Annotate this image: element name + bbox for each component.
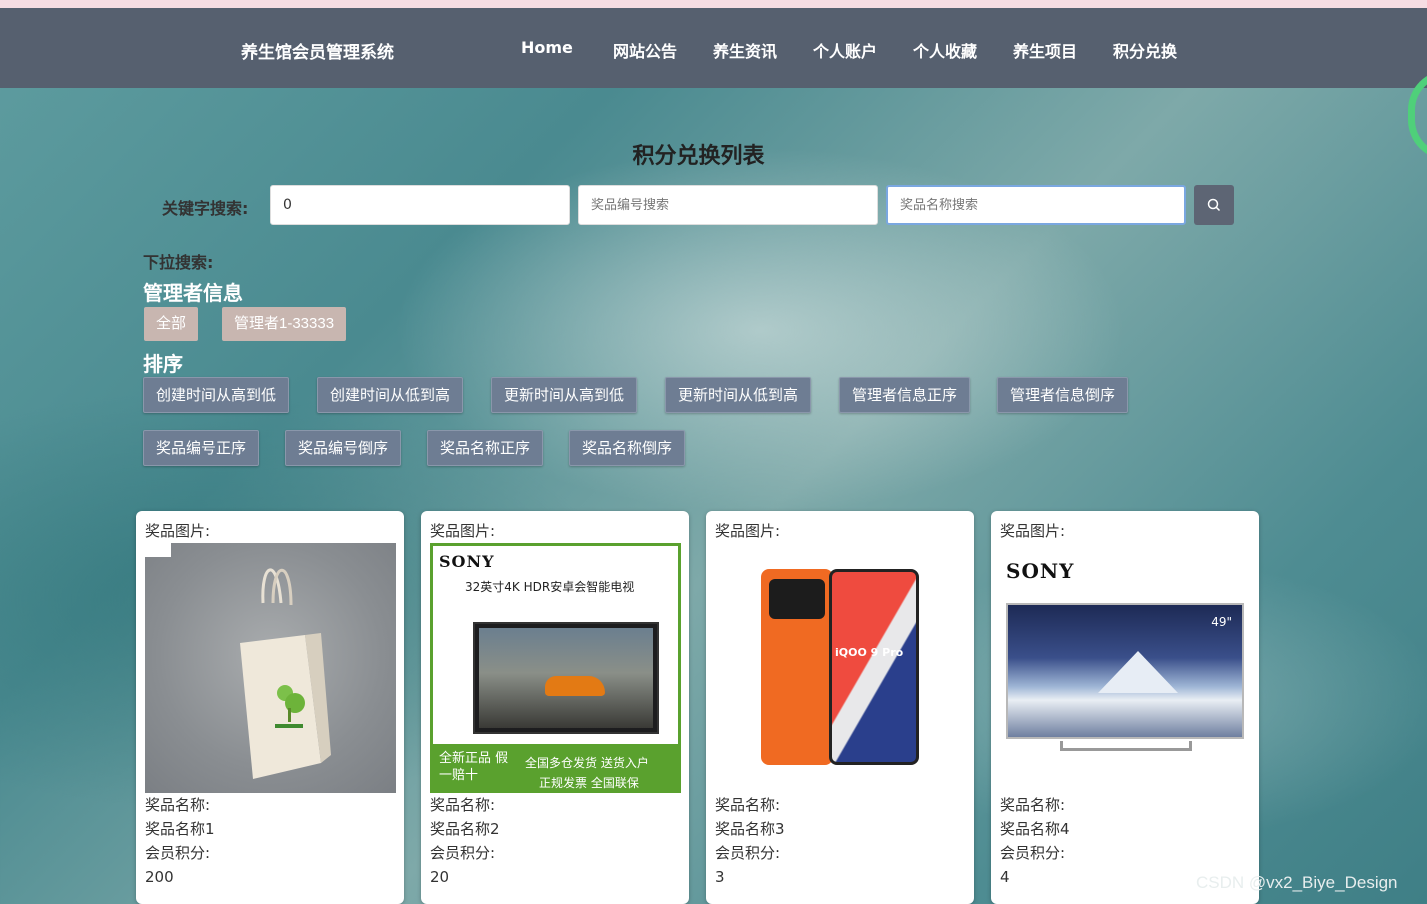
phone-front [829,569,919,765]
watermark: CSDN @vx2_Biye_Design [1196,873,1398,892]
top-strip [0,0,1427,8]
dropdown-search-label: 下拉搜索: [143,253,214,272]
tote-bag-icon [145,543,331,779]
prize-card[interactable]: 奖品图片: SONY 32英寸4K HDR安卓会智能电视 全新正品 假一赔十 全… [421,511,689,904]
sort-section-title: 排序 [143,352,183,376]
ad-brand-text: SONY [439,552,495,571]
filter-chip-all[interactable]: 全部 [144,307,199,341]
prize-name: 奖品名称2 [430,820,500,838]
points-value: 20 [430,868,450,886]
prize-card[interactable]: 奖品图片: 奖品名称: 奖品名称1 会员积分: 200 [136,511,404,904]
tv-brand-text: SONY [1006,559,1075,583]
prize-name-label: 奖品名称: [1000,796,1066,814]
sort-prize-name-asc-button[interactable]: 奖品名称正序 [427,430,544,466]
image-label: 奖品图片: [715,522,781,540]
sort-admin-desc-button[interactable]: 管理者信息倒序 [997,377,1129,413]
prize-image-orange-phone: iQOO 9 Pro [715,543,966,793]
prize-name: 奖品名称3 [715,820,785,838]
site-brand[interactable]: 养生馆会员管理系统 [241,38,394,63]
sort-updated-asc-button[interactable]: 更新时间从低到高 [665,377,812,413]
points-label: 会员积分: [715,844,781,862]
prize-image-tote-bag [145,543,396,793]
search-button[interactable] [1194,185,1234,225]
nav-item-account[interactable]: 个人账户 [813,38,877,62]
prize-name-label: 奖品名称: [715,796,781,814]
image-label: 奖品图片: [430,522,496,540]
nav-item-projects[interactable]: 养生项目 [1013,38,1077,62]
prize-name: 奖品名称4 [1000,820,1070,838]
search-input-prize-name[interactable] [886,185,1186,225]
nav-item-favorites[interactable]: 个人收藏 [913,38,977,62]
sort-prize-name-desc-button[interactable]: 奖品名称倒序 [569,430,686,466]
sort-prize-number-asc-button[interactable]: 奖品编号正序 [143,430,260,466]
prize-name: 奖品名称1 [145,820,215,838]
points-value: 200 [145,868,174,886]
nav-item-points-exchange[interactable]: 积分兑换 [1113,38,1177,62]
sort-created-desc-button[interactable]: 创建时间从高到低 [143,377,290,413]
nav-item-home[interactable]: Home [521,38,573,57]
nav-item-announcements[interactable]: 网站公告 [613,38,677,62]
image-label: 奖品图片: [1000,522,1066,540]
prize-image-sony-tv-ad: SONY 32英寸4K HDR安卓会智能电视 全新正品 假一赔十 全国多仓发货 … [430,543,681,793]
prize-image-sony-tv: SONY 49" [1000,543,1251,793]
points-value: 3 [715,868,725,886]
tv-size-text: 49" [1211,615,1232,629]
phone-back [761,569,833,765]
ad-right-line1: 全国多仓发货 送货入户 [525,756,649,770]
search-input-prize-number[interactable] [578,185,878,225]
page-title: 积分兑换列表 [632,144,765,169]
prize-name-label: 奖品名称: [145,796,211,814]
sort-admin-asc-button[interactable]: 管理者信息正序 [839,377,971,413]
tv-stand [1060,741,1192,751]
ad-left-badge: 全新正品 假一赔十 [439,751,509,783]
prize-card[interactable]: 奖品图片: SONY 49" 奖品名称: 奖品名称4 会员积分: 4 [991,511,1259,904]
search-input-keyword[interactable] [270,185,570,225]
nav-item-health-news[interactable]: 养生资讯 [713,38,777,62]
points-label: 会员积分: [1000,844,1066,862]
tv-screen [473,622,659,734]
ad-right-line2: 正规发票 全国联保 [539,776,639,790]
prize-name-label: 奖品名称: [430,796,496,814]
ad-title-text: 32英寸4K HDR安卓会智能电视 [465,580,635,594]
sort-prize-number-desc-button[interactable]: 奖品编号倒序 [285,430,402,466]
image-label: 奖品图片: [145,522,211,540]
navbar: 养生馆会员管理系统 Home 网站公告 养生资讯 个人账户 个人收藏 养生项目 … [0,8,1427,88]
search-icon [1207,198,1221,212]
sort-updated-desc-button[interactable]: 更新时间从高到低 [491,377,638,413]
prize-card[interactable]: 奖品图片: iQOO 9 Pro 奖品名称: 奖品名称3 会员积分: 3 [706,511,974,904]
filter-chip-admin1[interactable]: 管理者1-33333 [222,307,347,341]
phone-brand-text: iQOO 9 Pro [835,646,904,659]
admin-section-title: 管理者信息 [143,281,243,305]
sort-created-asc-button[interactable]: 创建时间从低到高 [317,377,464,413]
keyword-search-label: 关键字搜索: [162,199,249,218]
points-label: 会员积分: [430,844,496,862]
tv-screen: 49" [1006,603,1244,739]
points-label: 会员积分: [145,844,211,862]
